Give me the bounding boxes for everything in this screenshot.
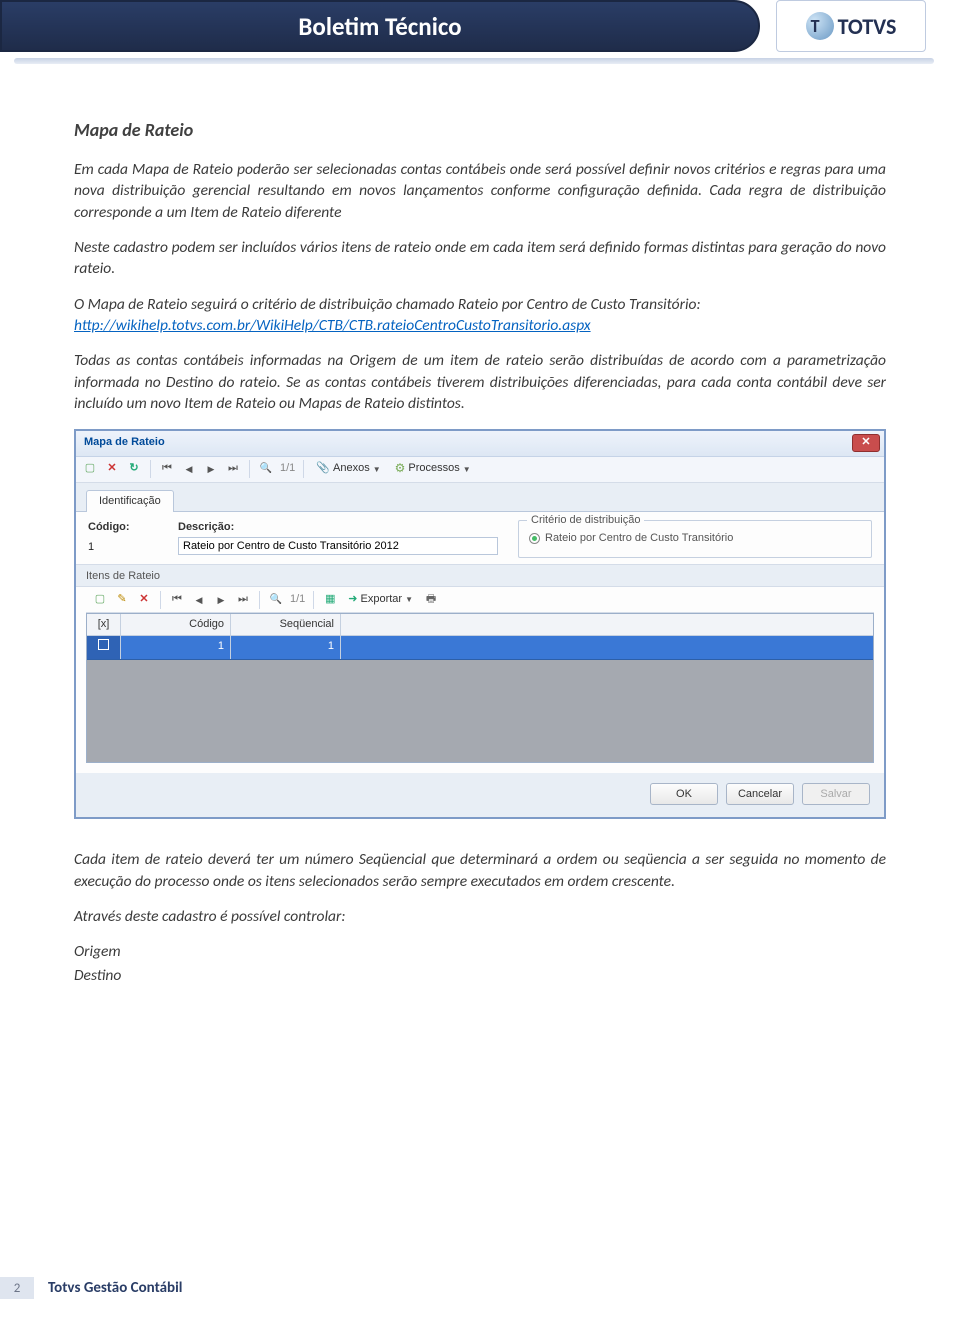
separator	[160, 591, 161, 609]
codigo-value: 1	[88, 537, 158, 558]
button-bar: OK Cancelar Salvar	[76, 773, 884, 817]
paperclip-icon	[316, 461, 330, 476]
process-label: Processos	[408, 461, 459, 476]
criterio-radio[interactable]: Rateio por Centro de Custo Transitório	[529, 531, 861, 546]
list-item: Destino	[74, 965, 886, 986]
ok-button[interactable]: OK	[650, 783, 718, 805]
paragraph-3-text: O Mapa de Rateio seguirá o critério de d…	[74, 295, 701, 314]
search-icon[interactable]	[258, 461, 274, 477]
paragraph-4: Todas as contas contábeis informadas na …	[74, 350, 886, 414]
origem-destino-list: Origem Destino	[74, 941, 886, 986]
grid-nav-next-icon[interactable]	[213, 592, 229, 608]
nav-first-icon[interactable]	[159, 461, 175, 477]
header-divider	[14, 58, 934, 64]
criterio-legend: Critério de distribuição	[527, 513, 644, 528]
process-dropdown[interactable]: Processos ▼	[391, 460, 475, 477]
export-icon	[348, 592, 357, 607]
grid-nav-last-icon[interactable]	[235, 592, 251, 608]
logo-text: TOTVS	[838, 13, 897, 40]
paragraph-6: Através deste cadastro é possível contro…	[74, 906, 886, 927]
grid-header-row: [x] Código Seqüencial	[87, 614, 873, 636]
grid: [x] Código Seqüencial 1 1	[86, 613, 874, 763]
header-title: Boletim Técnico	[298, 11, 461, 42]
attach-dropdown[interactable]: Anexos ▼	[312, 461, 384, 476]
separator	[249, 460, 250, 478]
grid-col-check[interactable]: [x]	[87, 614, 121, 635]
wikihelp-link[interactable]: http://wikihelp.totvs.com.br/WikiHelp/CT…	[74, 316, 591, 335]
grid-toolbar: 1/1 Exportar ▼	[86, 587, 874, 613]
chevron-down-icon: ▼	[463, 464, 471, 475]
paragraph-1: Em cada Mapa de Rateio poderão ser selec…	[74, 159, 886, 223]
cancel-button[interactable]: Cancelar	[726, 783, 794, 805]
row-checkbox[interactable]	[98, 639, 109, 650]
separator	[150, 460, 151, 478]
tab-identificacao[interactable]: Identificação	[86, 490, 174, 512]
mapa-rateio-window: Mapa de Rateio ✕ 1/1 Anexos ▼ Processo	[74, 429, 886, 820]
print-icon[interactable]	[423, 592, 439, 608]
new-icon[interactable]	[82, 461, 98, 477]
grid-section: 1/1 Exportar ▼ [x] Código Seqüencial	[76, 587, 884, 773]
grid-search-icon[interactable]	[268, 592, 284, 608]
grid-col-codigo[interactable]: Código	[121, 614, 231, 635]
descricao-label: Descrição:	[178, 520, 498, 535]
grid-edit-icon[interactable]	[114, 592, 130, 608]
document-body: Mapa de Rateio Em cada Mapa de Rateio po…	[0, 78, 960, 986]
close-button[interactable]: ✕	[852, 434, 880, 452]
tab-strip: Identificação	[76, 483, 884, 512]
paragraph-3: O Mapa de Rateio seguirá o critério de d…	[74, 294, 886, 337]
page-footer: 2 Totvs Gestão Contábil	[0, 1277, 182, 1299]
section-title: Mapa de Rateio	[74, 118, 886, 143]
product-name: Totvs Gestão Contábil	[48, 1279, 182, 1297]
separator	[303, 460, 304, 478]
page-number: 2	[0, 1277, 34, 1299]
grid-nav-first-icon[interactable]	[169, 592, 185, 608]
nav-last-icon[interactable]	[225, 461, 241, 477]
paragraph-2: Neste cadastro podem ser incluídos vário…	[74, 237, 886, 280]
row-sequencial: 1	[231, 636, 341, 658]
chevron-down-icon: ▼	[405, 594, 413, 605]
grid-page-indicator: 1/1	[290, 592, 305, 607]
separator	[313, 591, 314, 609]
row-codigo: 1	[121, 636, 231, 658]
chevron-down-icon: ▼	[373, 464, 381, 475]
export-dropdown[interactable]: Exportar ▼	[344, 592, 417, 607]
grid-delete-icon[interactable]	[136, 592, 152, 608]
gear-icon	[395, 460, 406, 477]
header-ribbon: Boletim Técnico	[0, 0, 760, 52]
save-button: Salvar	[802, 783, 870, 805]
descricao-input[interactable]	[178, 537, 498, 555]
globe-icon: T	[806, 12, 834, 40]
list-item: Origem	[74, 941, 886, 962]
refresh-icon[interactable]	[126, 461, 142, 477]
totvs-logo: T TOTVS	[776, 0, 926, 52]
separator	[259, 591, 260, 609]
paragraph-5: Cada item de rateio deverá ter um número…	[74, 849, 886, 892]
excel-icon[interactable]	[322, 592, 338, 608]
page-header: Boletim Técnico T TOTVS	[0, 0, 960, 78]
criterio-groupbox: Critério de distribuição Rateio por Cent…	[518, 520, 872, 558]
grid-nav-prev-icon[interactable]	[191, 592, 207, 608]
radio-icon	[529, 533, 540, 544]
nav-next-icon[interactable]	[203, 461, 219, 477]
window-title: Mapa de Rateio	[84, 435, 165, 450]
attach-label: Anexos	[333, 461, 370, 476]
itens-rateio-header: Itens de Rateio	[76, 565, 884, 587]
delete-icon[interactable]	[104, 461, 120, 477]
table-row[interactable]: 1 1	[87, 636, 873, 659]
codigo-label: Código:	[88, 520, 158, 535]
criterio-option-label: Rateio por Centro de Custo Transitório	[545, 531, 733, 546]
main-toolbar: 1/1 Anexos ▼ Processos ▼	[76, 457, 884, 483]
nav-prev-icon[interactable]	[181, 461, 197, 477]
form-area: Código: 1 Descrição: Critério de distrib…	[76, 512, 884, 565]
export-label: Exportar	[361, 592, 403, 607]
grid-new-icon[interactable]	[92, 592, 108, 608]
grid-col-sequencial[interactable]: Seqüencial	[231, 614, 341, 635]
page-indicator: 1/1	[280, 461, 295, 476]
window-titlebar: Mapa de Rateio ✕	[76, 431, 884, 457]
